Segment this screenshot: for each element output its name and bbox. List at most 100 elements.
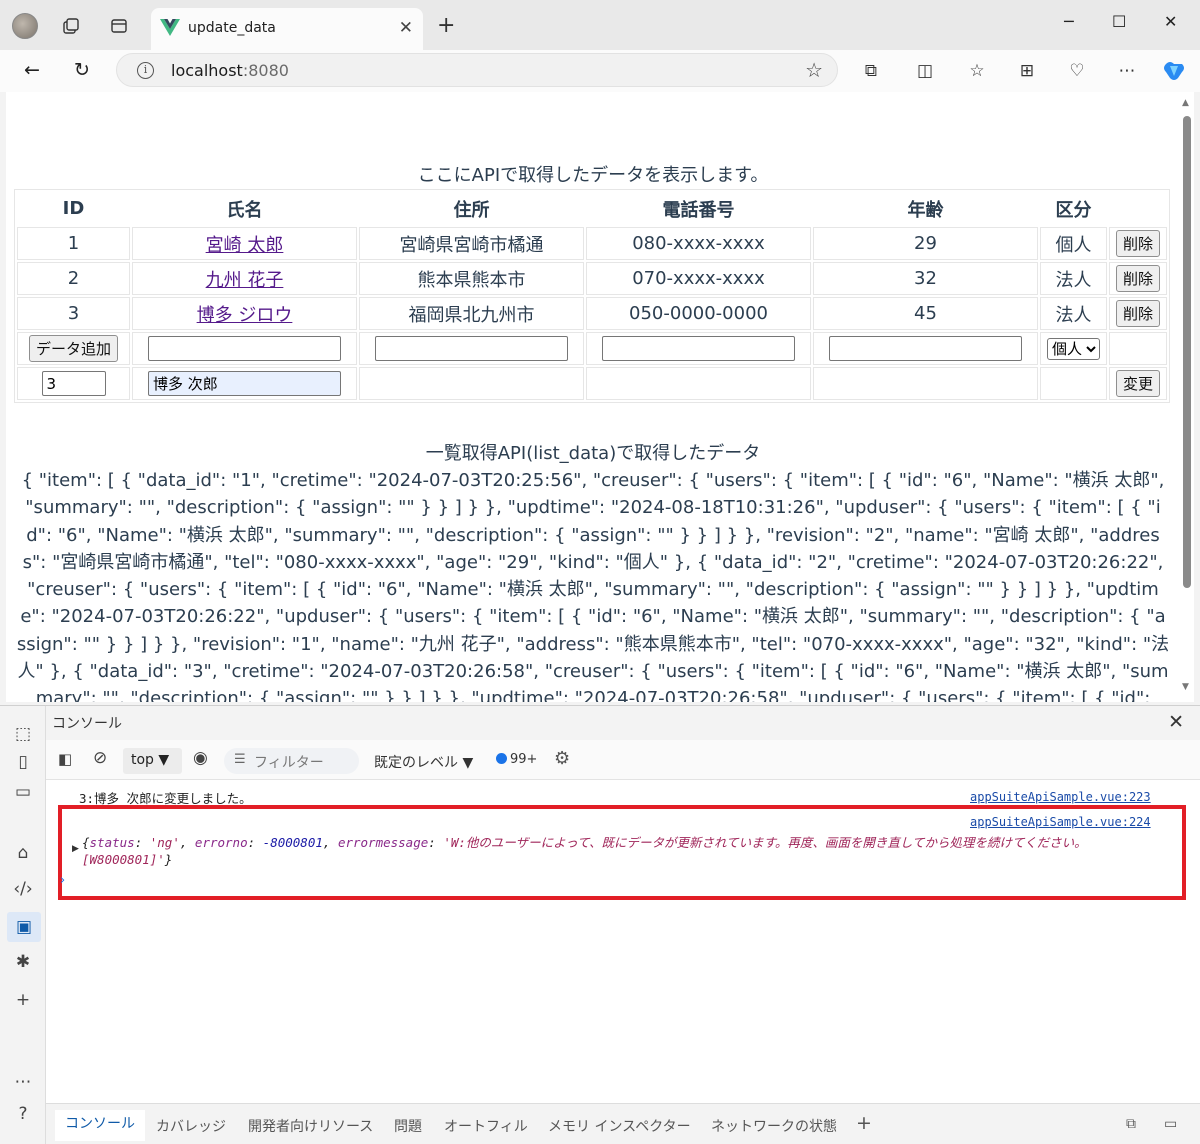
minimize-icon[interactable]: ─ <box>1064 12 1074 31</box>
console-prompt-icon[interactable]: › <box>60 873 65 888</box>
devtools-close-icon[interactable]: ✕ <box>1168 711 1184 733</box>
new-name-input[interactable] <box>148 336 341 361</box>
split-screen-icon[interactable]: ◫ <box>913 59 937 83</box>
delete-button[interactable]: 削除 <box>1115 230 1160 257</box>
drawer-tab-issues[interactable]: 問題 <box>394 1116 422 1136</box>
debugger-bug-icon[interactable]: ✱ <box>11 950 35 974</box>
help-icon[interactable]: ? <box>11 1102 35 1126</box>
new-tab-icon[interactable]: + <box>437 13 455 38</box>
sidebar-toggle-icon[interactable]: ◧ <box>58 750 72 768</box>
log-source-link-1[interactable]: appSuiteApiSample.vue:223 <box>970 790 1151 804</box>
more-options-icon[interactable]: ⋯ <box>11 1070 35 1094</box>
workspaces-icon[interactable] <box>58 13 84 39</box>
live-expression-eye-icon[interactable]: ◉ <box>193 748 208 768</box>
row-tel: 070-xxxx-xxxx <box>586 262 811 295</box>
update-name-input[interactable] <box>148 371 341 396</box>
new-address-cell <box>359 332 584 365</box>
update-button[interactable]: 変更 <box>1115 370 1160 397</box>
scroll-thumb[interactable] <box>1183 116 1191 588</box>
maximize-icon[interactable]: ☐ <box>1112 12 1126 31</box>
vue-logo-icon <box>160 19 180 36</box>
row-action: 削除 <box>1109 262 1167 295</box>
device-emulation-icon[interactable]: ▯ <box>11 750 35 774</box>
drawer-tab-network-conditions[interactable]: ネットワークの状態 <box>711 1116 837 1136</box>
error-object[interactable]: {status: 'ng', errorno: -8000801, errorm… <box>82 834 1152 868</box>
console-settings-gear-icon[interactable]: ⚙ <box>554 748 570 769</box>
drawer-tab-coverage[interactable]: カバレッジ <box>156 1116 226 1136</box>
console-filter-input[interactable]: ☰ フィルター <box>224 748 359 774</box>
row-name-link[interactable]: 宮崎 太郎 <box>206 235 284 256</box>
row-id: 1 <box>17 227 130 260</box>
elements-code-icon[interactable]: ‹/› <box>11 877 35 901</box>
expand-triangle-icon[interactable]: ▶ <box>72 844 79 854</box>
copilot-icon[interactable] <box>1162 59 1186 83</box>
obj-value-errorno: -8000801 <box>262 835 323 850</box>
drawer-tab-console[interactable]: コンソール <box>55 1110 145 1141</box>
profile-avatar[interactable] <box>12 13 38 39</box>
drawer-tab-autofill[interactable]: オートフィル <box>444 1116 528 1136</box>
col-action <box>1109 192 1167 225</box>
back-icon[interactable]: ← <box>18 56 46 84</box>
empty-cell <box>1040 367 1107 400</box>
tab-update-data[interactable]: update_data ✕ <box>151 8 423 50</box>
title-bar: update_data ✕ + ─ ☐ ✕ <box>0 0 1200 50</box>
drawer-add-tab-icon[interactable]: + <box>856 1112 872 1134</box>
minimize-drawer-icon[interactable]: ▭ <box>1164 1116 1177 1132</box>
drawer-tab-memory-inspector[interactable]: メモリ インスペクター <box>548 1116 691 1136</box>
obj-value-errormessage-cont: [W8000801]' <box>82 852 165 867</box>
new-address-input[interactable] <box>375 336 568 361</box>
tab-actions-icon[interactable] <box>106 13 132 39</box>
scroll-down-icon[interactable]: ▼ <box>1182 682 1189 692</box>
empty-cell <box>586 367 811 400</box>
more-menu-icon[interactable]: ⋯ <box>1115 59 1139 83</box>
url-host: localhost <box>171 61 243 80</box>
drawer-tab-developer-resources[interactable]: 開発者向けリソース <box>248 1116 373 1136</box>
row-name-link[interactable]: 九州 花子 <box>206 270 284 291</box>
empty-cell <box>813 367 1038 400</box>
collections-icon[interactable]: ⊞ <box>1015 59 1039 83</box>
log-source-link-2[interactable]: appSuiteApiSample.vue:224 <box>970 815 1151 829</box>
delete-button[interactable]: 削除 <box>1115 265 1160 292</box>
refresh-icon[interactable]: ↻ <box>68 56 96 84</box>
kind-select[interactable]: 個人 <box>1047 337 1100 360</box>
devtools-header: コンソール ✕ <box>46 706 1200 740</box>
close-window-icon[interactable]: ✕ <box>1164 12 1177 31</box>
row-address: 宮崎県宮崎市橘通 <box>359 227 584 260</box>
window-icon[interactable]: ▭ <box>11 780 35 804</box>
obj-key-errormessage: errormessage <box>337 835 429 850</box>
more-tools-plus-icon[interactable]: + <box>11 988 35 1012</box>
scroll-up-icon[interactable]: ▲ <box>1182 98 1189 108</box>
new-name-cell <box>132 332 357 365</box>
dock-icon[interactable]: ⧉ <box>1126 1116 1136 1132</box>
inspect-element-icon[interactable]: ⬚ <box>11 722 35 746</box>
address-bar[interactable]: i localhost:8080 ☆ <box>116 53 838 87</box>
chevron-down-icon: ▼ <box>158 752 170 768</box>
favorites-icon[interactable]: ☆ <box>965 59 989 83</box>
url-port: :8080 <box>242 61 289 80</box>
new-age-input[interactable] <box>829 336 1022 361</box>
context-selector[interactable]: top ▼ <box>123 748 182 774</box>
update-id-input[interactable] <box>41 371 106 396</box>
browser-essentials-icon[interactable]: ♡ <box>1065 59 1089 83</box>
clear-console-icon[interactable]: ⊘ <box>93 748 107 768</box>
row-age: 32 <box>813 262 1038 295</box>
tab-close-icon[interactable]: ✕ <box>399 18 413 38</box>
issues-count: 99+ <box>510 752 538 767</box>
obj-value-status: 'ng' <box>149 835 180 850</box>
delete-button[interactable]: 削除 <box>1115 300 1160 327</box>
site-info-icon[interactable]: i <box>137 62 154 79</box>
col-age: 年齢 <box>907 199 944 221</box>
console-panel-icon[interactable]: ▣ <box>7 912 41 942</box>
log-levels-dropdown[interactable]: 既定のレベル ▼ <box>374 752 473 772</box>
col-address: 住所 <box>453 199 490 221</box>
row-tel: 050-0000-0000 <box>586 297 811 330</box>
favorite-star-icon[interactable]: ☆ <box>805 58 823 82</box>
page-scrollbar[interactable]: ▲ ▼ <box>1180 92 1194 702</box>
add-data-button[interactable]: データ追加 <box>28 335 118 362</box>
new-tel-input[interactable] <box>602 336 795 361</box>
extensions-icon[interactable]: ⧉ <box>859 59 883 83</box>
welcome-home-icon[interactable]: ⌂ <box>11 841 35 865</box>
row-name-link[interactable]: 博多 ジロウ <box>197 305 293 326</box>
empty-cell <box>1109 332 1167 365</box>
issues-badge[interactable]: 99+ <box>496 752 537 767</box>
